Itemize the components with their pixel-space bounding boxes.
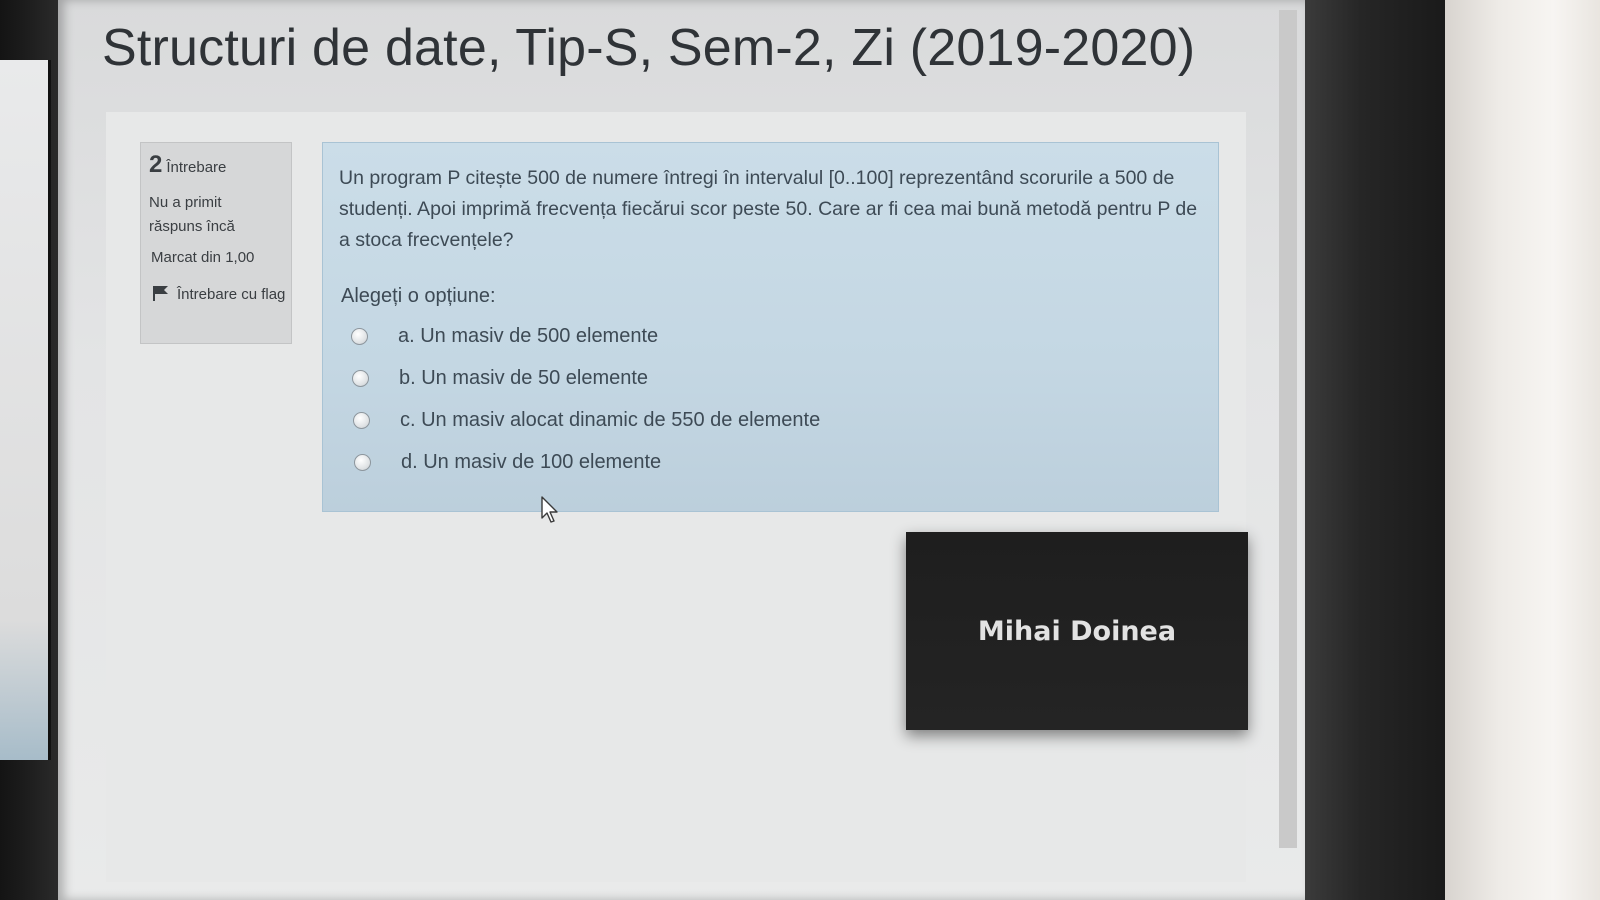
monitor-bezel-right xyxy=(1305,0,1445,900)
radio-d[interactable] xyxy=(354,453,371,471)
answer-label-b: b. Un masiv de 50 elemente xyxy=(399,366,649,389)
page-title: Structuri de date, Tip-S, Sem-2, Zi (201… xyxy=(102,19,1196,77)
flag-label: Întrebare cu flag xyxy=(177,286,286,303)
answer-option-c[interactable]: c. Un masiv alocat dinamic de 550 de ele… xyxy=(353,405,820,435)
radio-b[interactable] xyxy=(352,369,369,387)
scrollbar[interactable] xyxy=(1279,10,1297,848)
answer-option-d[interactable]: d. Un masiv de 100 elemente xyxy=(354,447,661,477)
radio-c[interactable] xyxy=(353,411,370,429)
question-number-label: Întrebare xyxy=(166,159,227,176)
answer-option-b[interactable]: b. Un masiv de 50 elemente xyxy=(352,363,648,393)
radio-a[interactable] xyxy=(351,327,368,345)
mouse-cursor-icon xyxy=(541,496,558,523)
question-grade: Marcat din 1,00 xyxy=(151,249,255,266)
question-info-box: 2 Întrebare Nu a primit răspuns încă Marc… xyxy=(140,142,292,344)
browser-screen: Structuri de date, Tip-S, Sem-2, Zi (201… xyxy=(58,0,1305,900)
participant-video-tile[interactable]: Mihai Doinea xyxy=(906,532,1248,730)
answer-label-d: d. Un masiv de 100 elemente xyxy=(401,450,662,473)
participant-name: Mihai Doinea xyxy=(977,615,1177,647)
answer-option-a[interactable]: a. Un masiv de 500 elemente xyxy=(351,321,658,351)
adjacent-window-edge xyxy=(0,60,51,760)
flag-question-toggle[interactable]: Întrebare cu flag xyxy=(151,283,286,307)
background-wall xyxy=(1445,0,1600,900)
question-number: 2 Întrebare xyxy=(149,151,226,179)
question-state: Nu a primit răspuns încă xyxy=(149,194,235,235)
question-number-value: 2 xyxy=(149,151,163,178)
answer-label-c: c. Un masiv alocat dinamic de 550 de ele… xyxy=(400,408,821,431)
question-box: Un program P citește 500 de numere între… xyxy=(322,142,1219,512)
answer-prompt: Alegeți o opțiune: xyxy=(341,285,496,307)
flag-icon xyxy=(153,286,168,301)
question-text: Un program P citește 500 de numere între… xyxy=(339,167,1198,251)
answer-label-a: a. Un masiv de 500 elemente xyxy=(398,324,659,347)
